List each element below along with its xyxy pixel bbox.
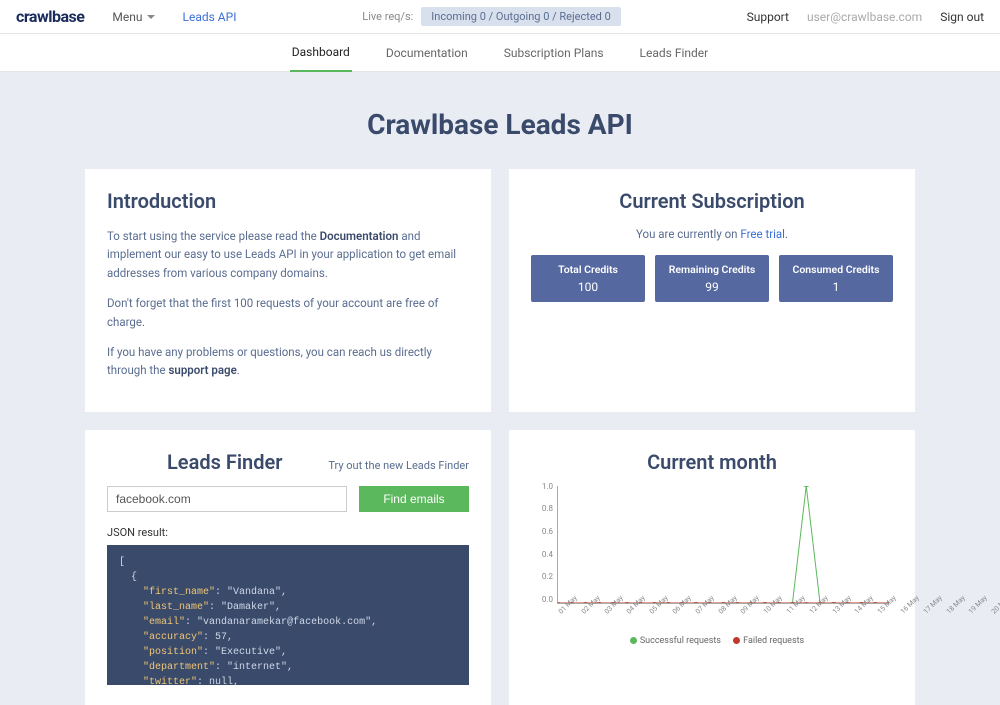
- support-link[interactable]: Support: [747, 10, 789, 24]
- leads-finder-card: Leads Finder Try out the new Leads Finde…: [85, 430, 491, 705]
- remaining-credits-box: Remaining Credits 99: [655, 255, 769, 302]
- remaining-credits-label: Remaining Credits: [659, 263, 765, 276]
- total-credits-box: Total Credits 100: [531, 255, 645, 302]
- domain-input[interactable]: [107, 486, 347, 512]
- live-reqs-badge: Incoming 0 / Outgoing 0 / Rejected 0: [421, 7, 620, 26]
- topbar: crawlbase Menu Leads API Live req/s: Inc…: [0, 0, 1000, 34]
- chart-heading: Current month: [531, 450, 893, 474]
- menu-label: Menu: [112, 10, 142, 24]
- tab-dashboard[interactable]: Dashboard: [290, 34, 352, 72]
- chart-svg: [558, 486, 889, 603]
- json-result-label: JSON result:: [107, 526, 469, 539]
- subscription-heading: Current Subscription: [531, 189, 893, 213]
- tab-subscription-plans[interactable]: Subscription Plans: [502, 35, 606, 71]
- logo[interactable]: crawlbase: [16, 7, 84, 26]
- user-email: user@crawlbase.com: [807, 10, 922, 24]
- menu-button[interactable]: Menu: [112, 10, 154, 24]
- product-link[interactable]: Leads API: [183, 10, 237, 24]
- page-title: Crawlbase Leads API: [0, 108, 1000, 141]
- subnav: Dashboard Documentation Subscription Pla…: [0, 34, 1000, 72]
- plan-link[interactable]: Free trial: [740, 227, 785, 241]
- intro-paragraph-3: If you have any problems or questions, y…: [107, 343, 469, 380]
- signout-link[interactable]: Sign out: [940, 10, 984, 24]
- leads-finder-heading: Leads Finder: [167, 450, 282, 474]
- tab-documentation[interactable]: Documentation: [384, 35, 470, 71]
- find-emails-button[interactable]: Find emails: [359, 486, 469, 512]
- chart-x-axis: 01 May02 May03 May04 May05 May06 May07 M…: [557, 606, 889, 632]
- support-page-link[interactable]: support page: [168, 363, 236, 377]
- legend-failed-label: Failed requests: [743, 636, 804, 646]
- subscription-status: You are currently on Free trial.: [531, 227, 893, 241]
- total-credits-label: Total Credits: [535, 263, 641, 276]
- tab-leads-finder[interactable]: Leads Finder: [638, 35, 711, 71]
- legend-failed-dot: [733, 637, 740, 644]
- current-month-card: Current month 1.00.80.60.40.20.0 01 May0…: [509, 430, 915, 705]
- consumed-credits-value: 1: [783, 280, 889, 294]
- subscription-card: Current Subscription You are currently o…: [509, 169, 915, 412]
- legend-success-dot: [630, 637, 637, 644]
- total-credits-value: 100: [535, 280, 641, 294]
- intro-paragraph-1: To start using the service please read t…: [107, 227, 469, 282]
- chart-area: 1.00.80.60.40.20.0 01 May02 May03 May04 …: [531, 482, 893, 632]
- leads-finder-try-text: Try out the new Leads Finder: [328, 459, 469, 472]
- chevron-down-icon: [147, 15, 155, 19]
- intro-paragraph-2: Don't forget that the first 100 requests…: [107, 294, 469, 331]
- legend-success-label: Successful requests: [640, 636, 721, 646]
- remaining-credits-value: 99: [659, 280, 765, 294]
- consumed-credits-label: Consumed Credits: [783, 263, 889, 276]
- consumed-credits-box: Consumed Credits 1: [779, 255, 893, 302]
- introduction-card: Introduction To start using the service …: [85, 169, 491, 412]
- chart-plot: [557, 486, 889, 604]
- live-reqs-label: Live req/s:: [362, 10, 413, 23]
- documentation-link[interactable]: Documentation: [320, 229, 399, 243]
- chart-y-axis: 1.00.80.60.40.20.0: [531, 482, 553, 604]
- chart-legend: Successful requests Failed requests: [531, 636, 893, 646]
- intro-heading: Introduction: [107, 189, 469, 213]
